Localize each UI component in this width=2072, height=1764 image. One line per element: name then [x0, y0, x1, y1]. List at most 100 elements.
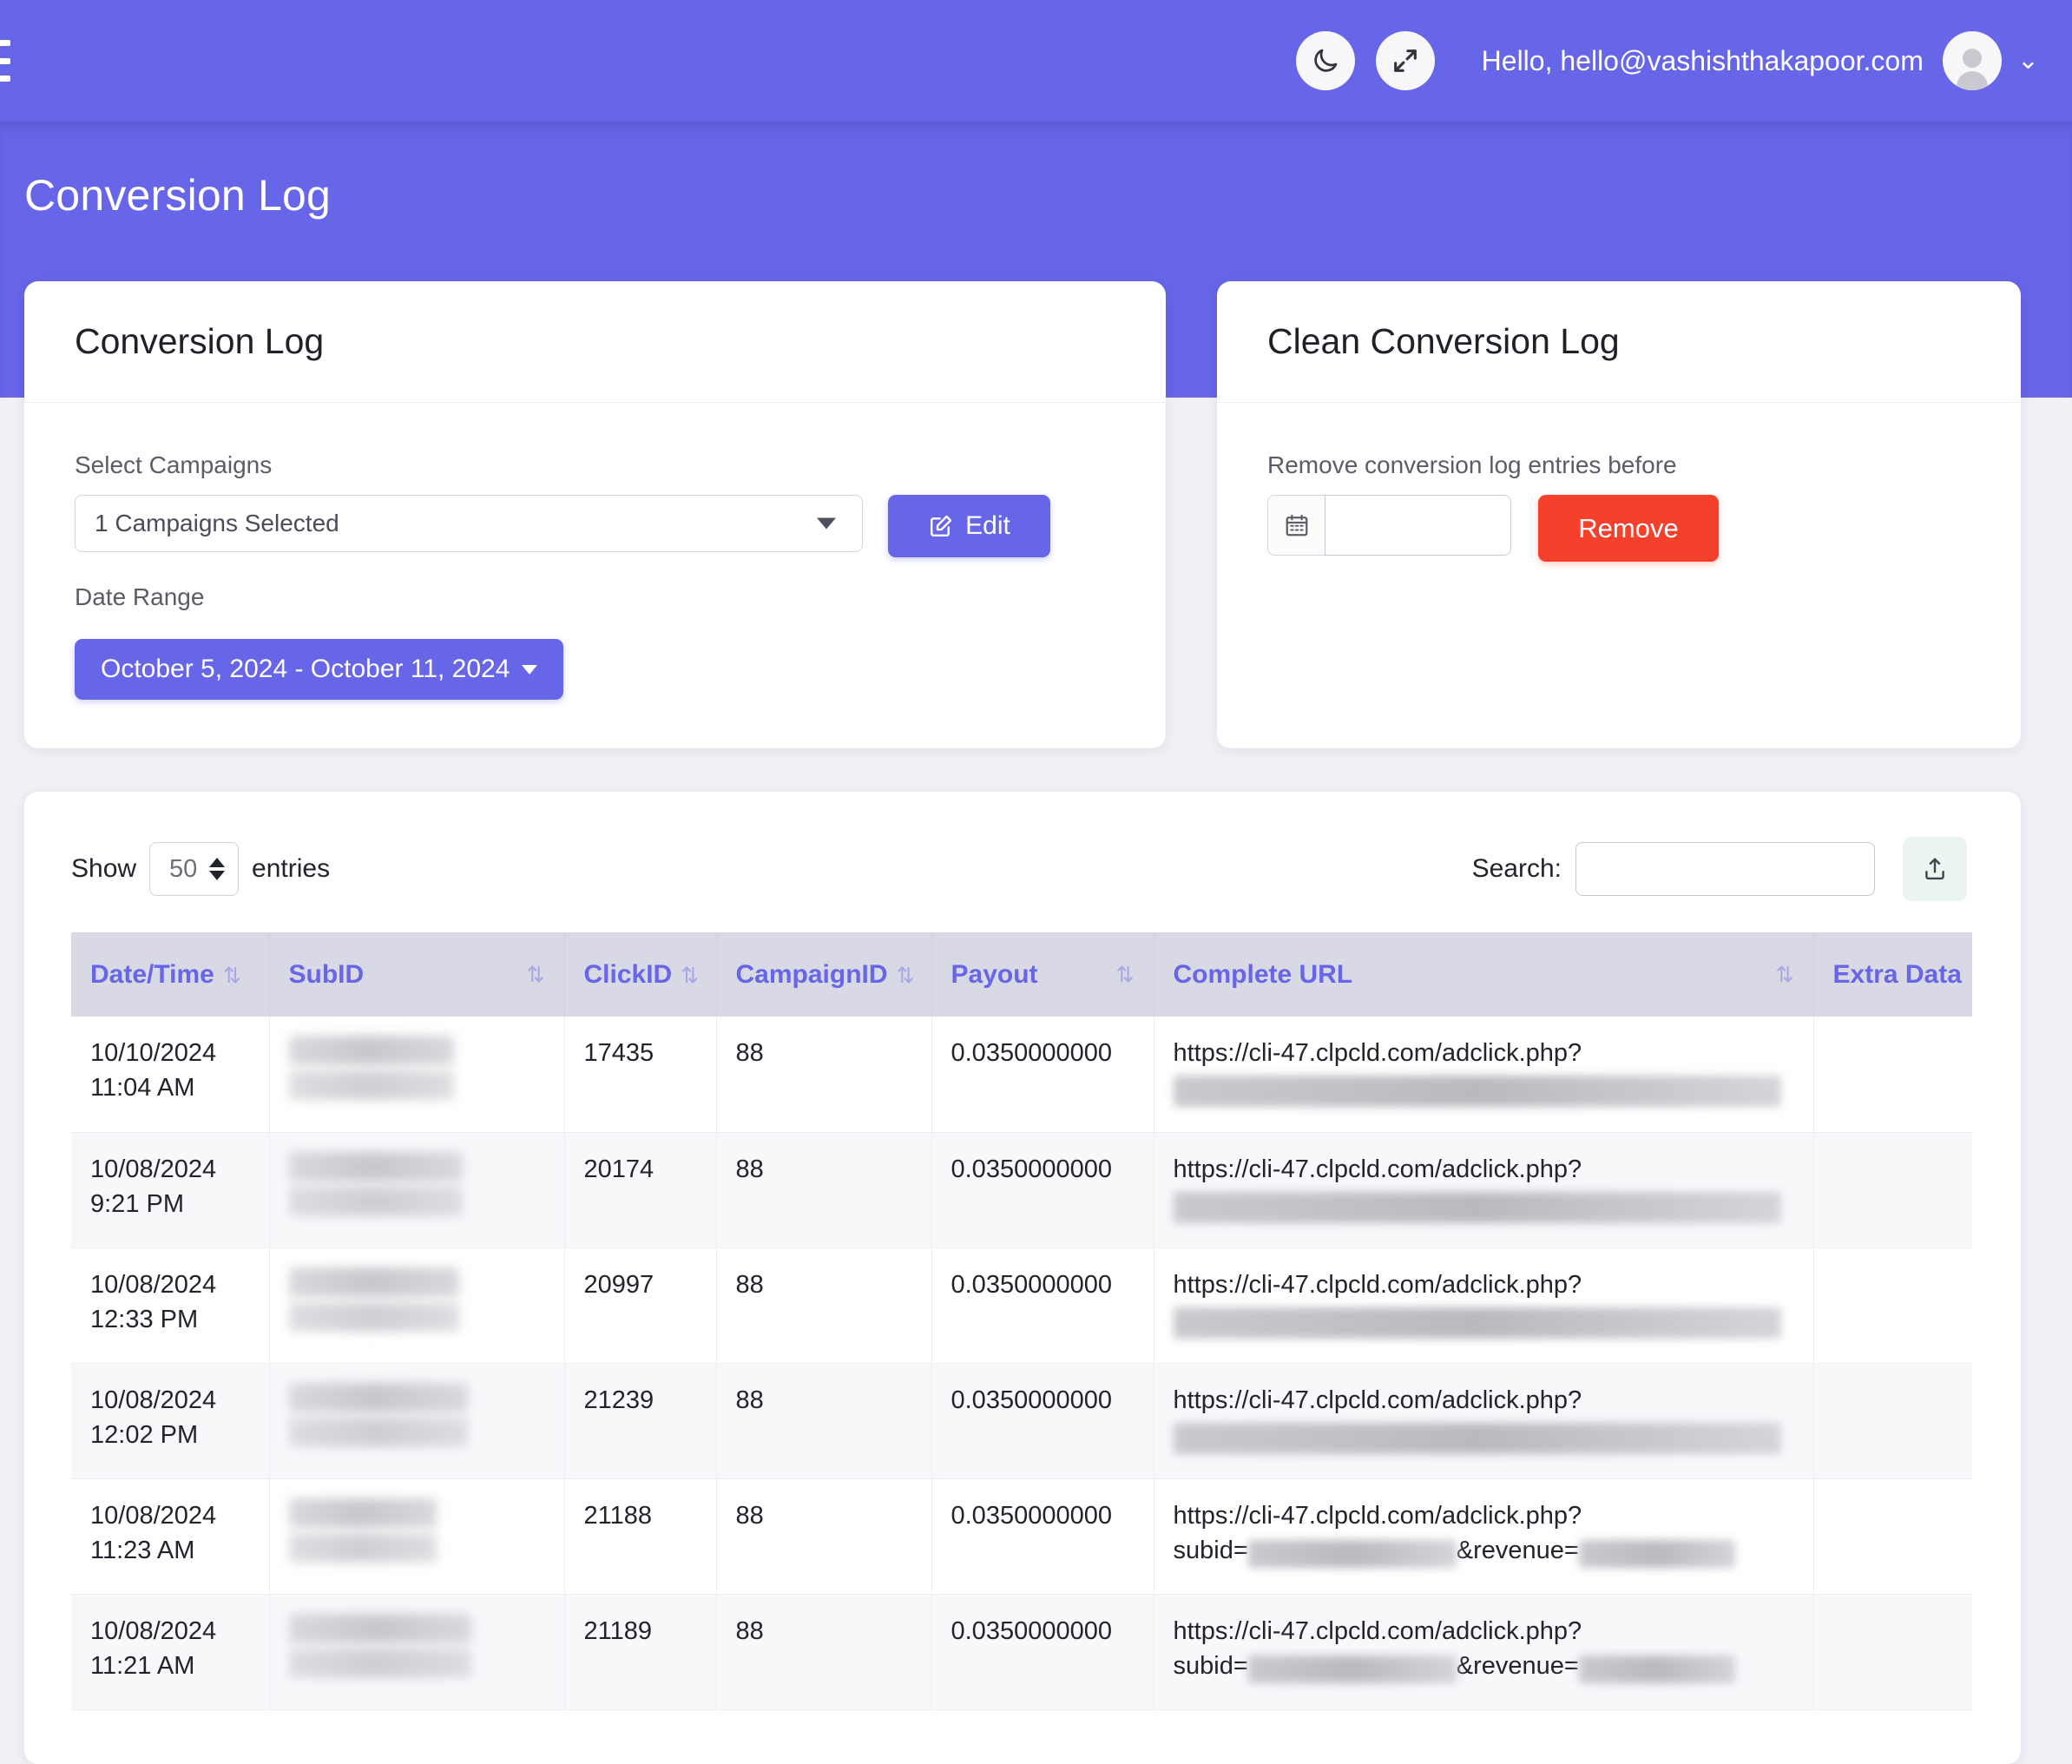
cell-datetime: 10/08/202412:02 PM — [71, 1363, 269, 1478]
cell-datetime: 10/08/20249:21 PM — [71, 1132, 269, 1247]
cell-subid — [269, 1132, 564, 1247]
redacted-subid — [289, 1383, 564, 1447]
date-range-button[interactable]: October 5, 2024 - October 11, 2024 — [75, 639, 563, 700]
redacted-subid — [289, 1152, 564, 1216]
url-line-1: https://cli-47.clpcld.com/adclick.php? — [1174, 1614, 1813, 1649]
cell-extra-data — [1813, 1017, 1972, 1132]
redacted-subid — [289, 1267, 564, 1332]
upload-export-icon — [1921, 855, 1949, 883]
url-line-1: https://cli-47.clpcld.com/adclick.php? — [1174, 1036, 1813, 1070]
conversion-log-table: Date/Time ⇅ SubID⇅ ClickID⇅ CampaignID⇅ P… — [71, 932, 1972, 1710]
remove-entries-row: Remove — [1267, 495, 1970, 562]
card-header: Clean Conversion Log — [1217, 281, 2021, 403]
cell-extra-data — [1813, 1478, 1972, 1594]
url-line-1: https://cli-47.clpcld.com/adclick.php? — [1174, 1383, 1813, 1418]
remove-before-label: Remove conversion log entries before — [1267, 451, 1970, 479]
table-row: 10/08/202411:23 AM21188880.0350000000htt… — [71, 1478, 1972, 1594]
calendar-button[interactable] — [1267, 495, 1325, 556]
entries-per-page-select[interactable]: 50 — [149, 842, 239, 896]
sort-updown-icon[interactable]: ⇅ — [1116, 962, 1135, 988]
card-body: Select Campaigns 1 Campaigns Selected Ed… — [24, 403, 1166, 700]
cell-time: 12:02 PM — [90, 1421, 198, 1449]
cell-clickid: 20997 — [564, 1247, 716, 1363]
sort-updown-icon[interactable]: ⇅ — [681, 964, 699, 988]
cell-extra-data — [1813, 1132, 1972, 1247]
cell-payout: 0.0350000000 — [931, 1363, 1154, 1478]
user-greeting: Hello, hello@vashishthakapoor.com — [1482, 45, 1924, 77]
page-title: Conversion Log — [24, 170, 331, 220]
card-title: Clean Conversion Log — [1267, 321, 1620, 362]
user-menu[interactable]: ⌄ — [1943, 31, 2039, 90]
fullscreen-button[interactable] — [1376, 31, 1435, 90]
url-line-2-redacted — [1174, 1418, 1813, 1452]
cell-complete-url: https://cli-47.clpcld.com/adclick.php? — [1154, 1247, 1813, 1363]
url-line-1: https://cli-47.clpcld.com/adclick.php? — [1174, 1498, 1813, 1533]
date-range-value: October 5, 2024 - October 11, 2024 — [101, 655, 510, 684]
cell-complete-url: https://cli-47.clpcld.com/adclick.php? — [1154, 1017, 1813, 1132]
table-toolbar: Show 50 entries Search: — [24, 792, 2021, 901]
sort-updown-icon[interactable]: ⇅ — [223, 964, 241, 988]
edit-button-label: Edit — [965, 511, 1010, 541]
redacted-subid — [289, 1498, 564, 1563]
clean-conversion-log-card: Clean Conversion Log Remove conversion l… — [1217, 281, 2021, 748]
cell-complete-url: https://cli-47.clpcld.com/adclick.php?su… — [1154, 1478, 1813, 1594]
cell-datetime: 10/08/2024 12:33 PM — [71, 1247, 269, 1363]
url-line-2-redacted — [1174, 1302, 1813, 1337]
column-header-clickid[interactable]: ClickID⇅ — [564, 932, 716, 1017]
avatar[interactable] — [1943, 31, 2002, 90]
show-label: Show — [71, 854, 136, 884]
cell-campaignid: 88 — [716, 1017, 931, 1132]
table-row: 10/08/202411:21 AM21189880.0350000000htt… — [71, 1594, 1972, 1709]
cell-extra-data — [1813, 1247, 1972, 1363]
column-label: Complete URL — [1174, 960, 1353, 989]
sort-updown-icon[interactable]: ⇅ — [897, 964, 915, 988]
cell-payout: 0.0350000000 — [931, 1594, 1154, 1709]
moon-icon — [1311, 46, 1340, 76]
cell-complete-url: https://cli-47.clpcld.com/adclick.php?su… — [1154, 1594, 1813, 1709]
export-button[interactable] — [1903, 837, 1967, 901]
cell-subid — [269, 1017, 564, 1132]
pencil-square-icon — [928, 513, 954, 539]
column-header-payout[interactable]: Payout⇅ — [931, 932, 1154, 1017]
column-header-datetime[interactable]: Date/Time ⇅ — [71, 932, 269, 1017]
table-row: 10/08/202412:33 PM20997880.0350000000htt… — [71, 1247, 1972, 1363]
column-label: Date/Time — [90, 960, 214, 989]
column-header-complete-url[interactable]: Complete URL ⇅ — [1154, 932, 1813, 1017]
cell-clickid: 20174 — [564, 1132, 716, 1247]
table-body: 10/10/202411:04 AM17435880.0350000000htt… — [71, 1017, 1972, 1709]
url-line-2: subid=&revenue= — [1174, 1649, 1813, 1683]
hamburger-bar — [0, 58, 10, 64]
remove-button[interactable]: Remove — [1538, 495, 1719, 562]
column-header-campaignid[interactable]: CampaignID⇅ — [716, 932, 931, 1017]
sort-updown-icon[interactable]: ⇅ — [527, 962, 545, 988]
theme-toggle-button[interactable] — [1296, 31, 1355, 90]
cell-time: 12:33 PM — [90, 1306, 198, 1333]
cell-time: 9:21 PM — [90, 1190, 184, 1218]
cell-campaignid: 88 — [716, 1594, 931, 1709]
edit-button[interactable]: Edit — [888, 495, 1050, 557]
caret-down-icon — [817, 518, 836, 530]
cell-date: 10/08/2024 — [90, 1271, 216, 1299]
cell-subid — [269, 1594, 564, 1709]
column-header-subid[interactable]: SubID⇅ — [269, 932, 564, 1017]
redacted-subid — [289, 1614, 564, 1678]
clean-date-input[interactable] — [1325, 495, 1511, 556]
hamburger-icon[interactable] — [0, 40, 10, 82]
chevron-down-icon[interactable]: ⌄ — [2017, 48, 2039, 74]
table-head: Date/Time ⇅ SubID⇅ ClickID⇅ CampaignID⇅ P… — [71, 932, 1972, 1017]
url-line-2-redacted — [1174, 1070, 1813, 1105]
cell-complete-url: https://cli-47.clpcld.com/adclick.php? — [1154, 1132, 1813, 1247]
cell-date: 10/10/2024 — [90, 1039, 216, 1067]
cell-clickid: 21188 — [564, 1478, 716, 1594]
url-line-2: subid=&revenue= — [1174, 1533, 1813, 1568]
date-input-group — [1267, 495, 1511, 556]
column-header-extra-data[interactable]: Extra Data — [1813, 932, 1972, 1017]
cell-extra-data — [1813, 1363, 1972, 1478]
up-down-stepper-icon[interactable] — [209, 858, 225, 880]
campaigns-select-value: 1 Campaigns Selected — [95, 510, 339, 537]
search-control: Search: — [1472, 837, 1967, 901]
search-input[interactable] — [1575, 842, 1875, 896]
sort-updown-icon[interactable]: ⇅ — [1776, 962, 1794, 988]
cell-campaignid: 88 — [716, 1478, 931, 1594]
campaigns-select[interactable]: 1 Campaigns Selected — [75, 495, 863, 552]
